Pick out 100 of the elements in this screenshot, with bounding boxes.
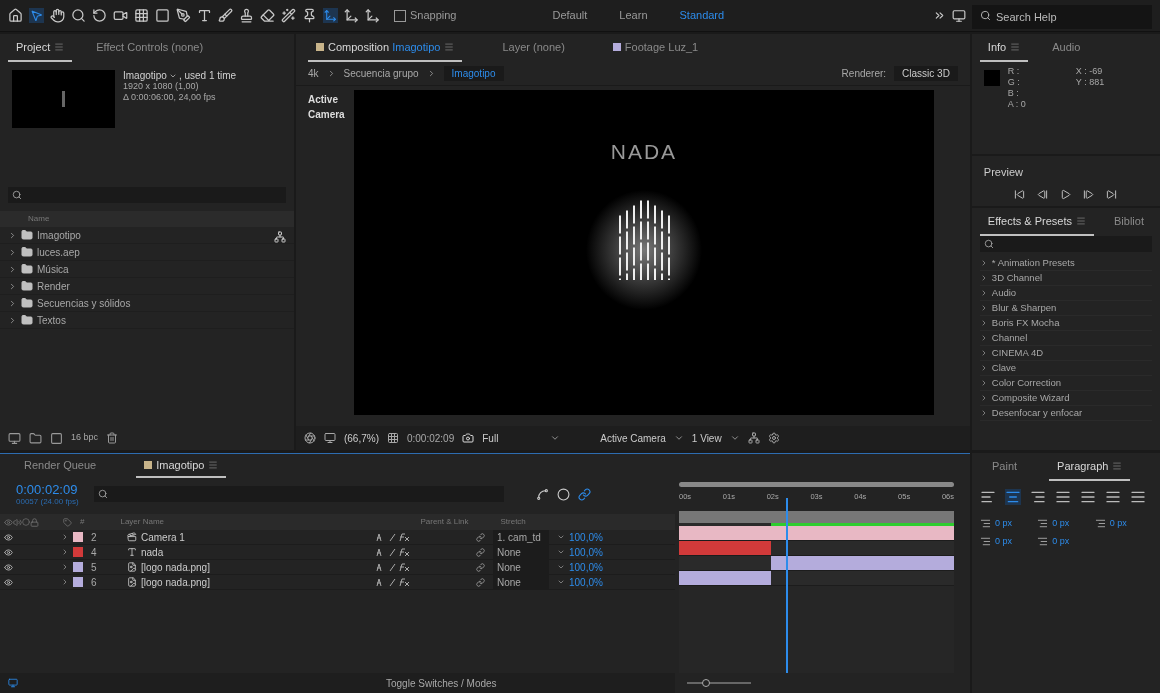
folder-row[interactable]: Textos bbox=[0, 312, 294, 329]
mask-icon[interactable] bbox=[303, 432, 316, 444]
previous-frame-icon[interactable] bbox=[1037, 188, 1049, 200]
flowchart-icon[interactable] bbox=[273, 231, 286, 243]
next-frame-icon[interactable] bbox=[1083, 188, 1095, 200]
workspace-tab[interactable]: Default bbox=[552, 7, 588, 24]
folder-icon[interactable] bbox=[29, 431, 42, 445]
stretch-value[interactable]: 100,0% bbox=[569, 559, 603, 575]
panel-tab[interactable]: Info bbox=[979, 34, 1029, 62]
zoom-slider-thumb[interactable] bbox=[702, 679, 711, 687]
renderer-button[interactable]: Classic 3D bbox=[894, 66, 958, 81]
last-frame-icon[interactable] bbox=[1106, 188, 1118, 200]
brush-tool-icon[interactable] bbox=[218, 8, 233, 23]
visibility-icon[interactable] bbox=[4, 532, 13, 542]
bpc-label[interactable]: 16 bpc bbox=[71, 431, 99, 445]
align-icon[interactable] bbox=[1055, 489, 1071, 505]
panel-tab[interactable]: Render Queue bbox=[16, 454, 105, 478]
breadcrumb[interactable]: Secuencia grupo bbox=[343, 66, 419, 81]
stretch-value[interactable]: 100,0% bbox=[569, 544, 603, 560]
visibility-icon[interactable] bbox=[4, 562, 13, 572]
panel-tab[interactable]: Layer (none) bbox=[494, 34, 573, 62]
monitor-icon[interactable] bbox=[323, 432, 336, 444]
project-search-field[interactable] bbox=[8, 187, 286, 203]
effect-category[interactable]: * Animation Presets bbox=[979, 256, 1152, 271]
stretch-value[interactable]: 100,0% bbox=[569, 529, 603, 545]
layer-name[interactable]: [logo nada.png] bbox=[141, 574, 376, 590]
align-icon[interactable] bbox=[1005, 489, 1021, 505]
layer-row[interactable]: 5 [logo nada.png] None 100,0% bbox=[0, 560, 675, 575]
label-color[interactable] bbox=[73, 577, 83, 587]
panel-tab[interactable]: Paragraph bbox=[1049, 453, 1131, 481]
zoom-dropdown[interactable]: (66,7%) bbox=[343, 430, 379, 446]
label-color[interactable] bbox=[73, 532, 83, 542]
composition-icon[interactable] bbox=[50, 431, 63, 445]
rotate-tool-icon[interactable] bbox=[92, 8, 107, 23]
camera-dropdown[interactable]: Active Camera bbox=[600, 430, 666, 446]
panel-tab[interactable]: Paint bbox=[984, 453, 1026, 481]
panel-tab[interactable]: Imagotipo bbox=[136, 454, 227, 478]
align-icon[interactable] bbox=[1030, 489, 1046, 505]
wand-tool-icon[interactable] bbox=[281, 8, 296, 23]
panel-tab[interactable]: Footage Luz_1 bbox=[604, 34, 707, 62]
motion-blur-icon[interactable] bbox=[578, 487, 591, 501]
layer-search-field[interactable] bbox=[94, 486, 504, 502]
align-icon[interactable] bbox=[980, 489, 996, 505]
camera-tool-icon[interactable] bbox=[113, 8, 128, 23]
align-icon[interactable] bbox=[1080, 489, 1096, 505]
folder-row[interactable]: Música bbox=[0, 261, 294, 278]
indent-value[interactable]: 0 px bbox=[1052, 534, 1070, 548]
folder-row[interactable]: Render bbox=[0, 278, 294, 295]
layer-row[interactable]: 6 [logo nada.png] None 100,0% bbox=[0, 575, 675, 590]
indent-value[interactable]: 0 px bbox=[995, 517, 1012, 531]
breadcrumb[interactable]: Imagotipo bbox=[443, 66, 504, 81]
breadcrumb[interactable]: 4k bbox=[307, 66, 319, 81]
trash-icon[interactable] bbox=[106, 432, 119, 444]
hand-tool-icon[interactable] bbox=[50, 8, 65, 23]
pointer-tool-icon[interactable] bbox=[29, 8, 44, 23]
align-icon[interactable] bbox=[1105, 489, 1121, 505]
indent-value[interactable]: 0 px bbox=[1052, 517, 1070, 531]
layer-row[interactable]: 2 Camera 1 1. cam_td 100,0% bbox=[0, 530, 675, 545]
parent-pickwhip-icon[interactable] bbox=[476, 547, 485, 557]
panel-toggle-icon[interactable] bbox=[8, 678, 18, 688]
panel-tab[interactable]: Project bbox=[8, 34, 73, 62]
layer-name[interactable]: [logo nada.png] bbox=[141, 559, 376, 575]
playhead[interactable] bbox=[785, 498, 788, 673]
flowchart-icon[interactable] bbox=[747, 432, 760, 444]
parent-pickwhip-icon[interactable] bbox=[476, 577, 485, 587]
effect-category[interactable]: Channel bbox=[979, 331, 1152, 346]
workspace-tab[interactable]: Standard bbox=[679, 7, 725, 24]
folder-row[interactable]: luces.aep bbox=[0, 244, 294, 261]
eraser-tool-icon[interactable] bbox=[260, 8, 275, 23]
timecode[interactable]: 0:00:02:09 bbox=[406, 430, 455, 446]
layer-name[interactable]: nada bbox=[141, 544, 376, 560]
current-time[interactable]: 0:00:02:09 bbox=[16, 482, 86, 497]
toggle-switches-button[interactable]: Toggle Switches / Modes bbox=[386, 675, 497, 691]
settings-icon[interactable] bbox=[767, 432, 780, 444]
folder-row[interactable]: Imagotipo bbox=[0, 227, 294, 244]
folder-row[interactable]: Secuencias y sólidos bbox=[0, 295, 294, 312]
snapshot-icon[interactable] bbox=[462, 432, 475, 444]
indent-value[interactable]: 0 px bbox=[1109, 517, 1127, 531]
align-icon[interactable] bbox=[1130, 489, 1146, 505]
effect-category[interactable]: Clave bbox=[979, 361, 1152, 376]
play-icon[interactable] bbox=[1060, 188, 1072, 200]
resolution-dropdown[interactable]: Full bbox=[482, 430, 543, 446]
effect-category[interactable]: Blur & Sharpen bbox=[979, 301, 1152, 316]
search-help-field[interactable]: Search Help bbox=[972, 4, 1152, 29]
stamp-tool-icon[interactable] bbox=[239, 8, 254, 23]
parent-pickwhip-icon[interactable] bbox=[476, 562, 485, 572]
view-layout-dropdown[interactable]: 1 View bbox=[691, 430, 722, 446]
layer-name[interactable]: Camera 1 bbox=[141, 529, 376, 545]
grid-icon[interactable] bbox=[386, 432, 399, 444]
panel-tab[interactable]: Effect Controls (none) bbox=[88, 34, 212, 62]
interpret-icon[interactable] bbox=[8, 431, 21, 445]
layer-row[interactable]: 4 nada None 100,0% bbox=[0, 545, 675, 560]
effect-category[interactable]: Boris FX Mocha bbox=[979, 316, 1152, 331]
visibility-icon[interactable] bbox=[4, 547, 13, 557]
visibility-icon[interactable] bbox=[4, 577, 13, 587]
zoom-tool-icon[interactable] bbox=[71, 8, 86, 23]
axis-tool-icon[interactable] bbox=[365, 8, 380, 23]
indent-value[interactable]: 0 px bbox=[995, 534, 1012, 548]
effect-category[interactable]: Desenfocar y enfocar bbox=[979, 406, 1152, 421]
panel-tab[interactable]: Audio bbox=[1044, 34, 1089, 62]
